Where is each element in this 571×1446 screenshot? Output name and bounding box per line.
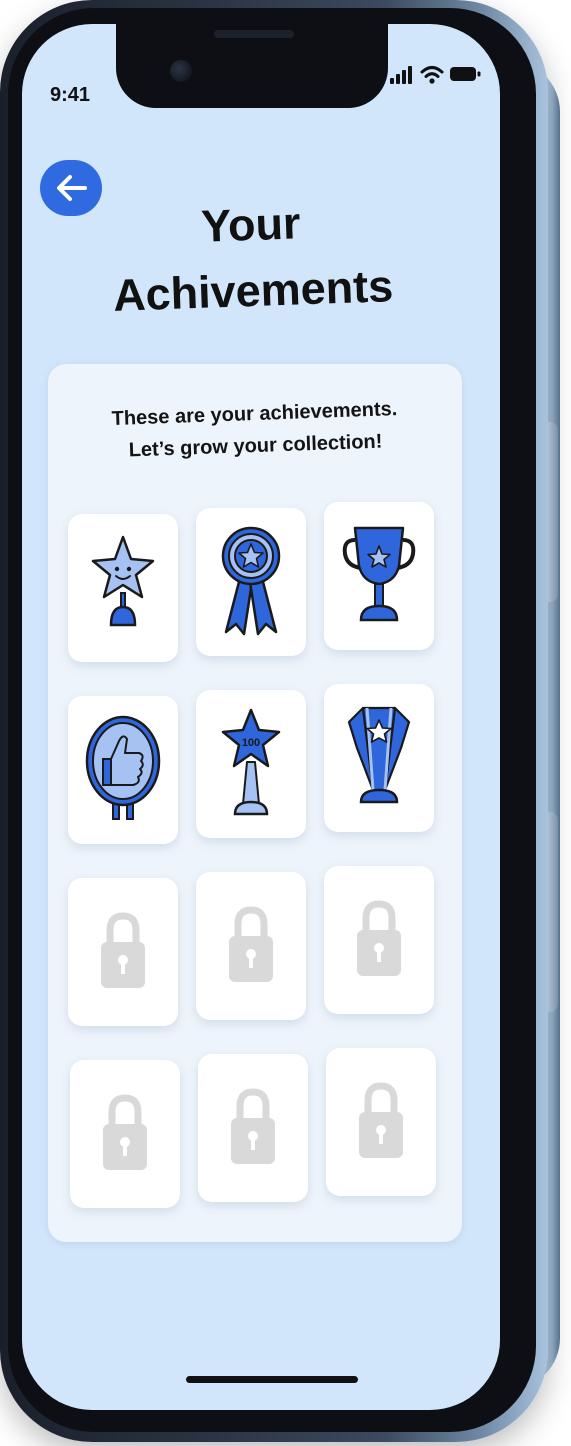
achievement-tile-crystal-trophy[interactable] xyxy=(324,684,434,832)
achievement-tile-locked[interactable] xyxy=(326,1048,436,1196)
page-title: Your Achivements xyxy=(80,186,424,330)
lock-icon xyxy=(231,1088,275,1164)
intro-text: These are your achievements. Let’s grow … xyxy=(77,392,433,468)
lock-icon xyxy=(101,912,145,988)
signal-icon xyxy=(390,66,412,84)
achievement-tile-locked[interactable] xyxy=(198,1054,308,1202)
crystal-star-trophy-icon xyxy=(347,706,411,804)
thumbs-up-badge-icon xyxy=(85,715,161,820)
achievement-tile-thumbs-up[interactable] xyxy=(68,696,178,844)
wifi-icon xyxy=(420,66,444,84)
phone-mockup: 9:41 Your Achivements These are your ach… xyxy=(0,0,571,1446)
star-100-trophy-icon: 100 xyxy=(221,708,281,816)
notch xyxy=(116,24,388,108)
achievement-tile-rosette[interactable] xyxy=(196,508,306,656)
page-title-line2: Achivements xyxy=(112,260,394,321)
achievement-tile-locked[interactable] xyxy=(324,866,434,1014)
app-screen: 9:41 Your Achivements These are your ach… xyxy=(22,24,500,1410)
lock-icon xyxy=(103,1094,147,1170)
smiling-star-award-icon xyxy=(91,535,155,627)
star-100-label: 100 xyxy=(242,737,260,749)
lock-icon xyxy=(359,1082,403,1158)
status-icons xyxy=(388,62,484,88)
achievements-grid: 100 xyxy=(68,502,446,1214)
home-indicator[interactable] xyxy=(186,1376,358,1383)
lock-icon xyxy=(229,906,273,982)
page-title-line1: Your xyxy=(200,197,302,252)
achievement-tile-locked[interactable] xyxy=(68,878,178,1026)
achievement-tile-locked[interactable] xyxy=(70,1060,180,1208)
rosette-ribbon-icon xyxy=(221,526,281,636)
battery-icon xyxy=(450,67,481,81)
achievement-tile-smiling-star[interactable] xyxy=(68,514,178,662)
camera-icon xyxy=(170,60,192,82)
trophy-cup-icon xyxy=(342,526,416,622)
status-time: 9:41 xyxy=(50,84,91,106)
speaker-grille xyxy=(214,30,294,38)
achievement-tile-locked[interactable] xyxy=(196,872,306,1020)
achievement-tile-star-100[interactable]: 100 xyxy=(196,690,306,838)
achievement-tile-trophy[interactable] xyxy=(324,502,434,650)
achievements-card: These are your achievements. Let’s grow … xyxy=(48,364,462,1242)
lock-icon xyxy=(357,900,401,976)
